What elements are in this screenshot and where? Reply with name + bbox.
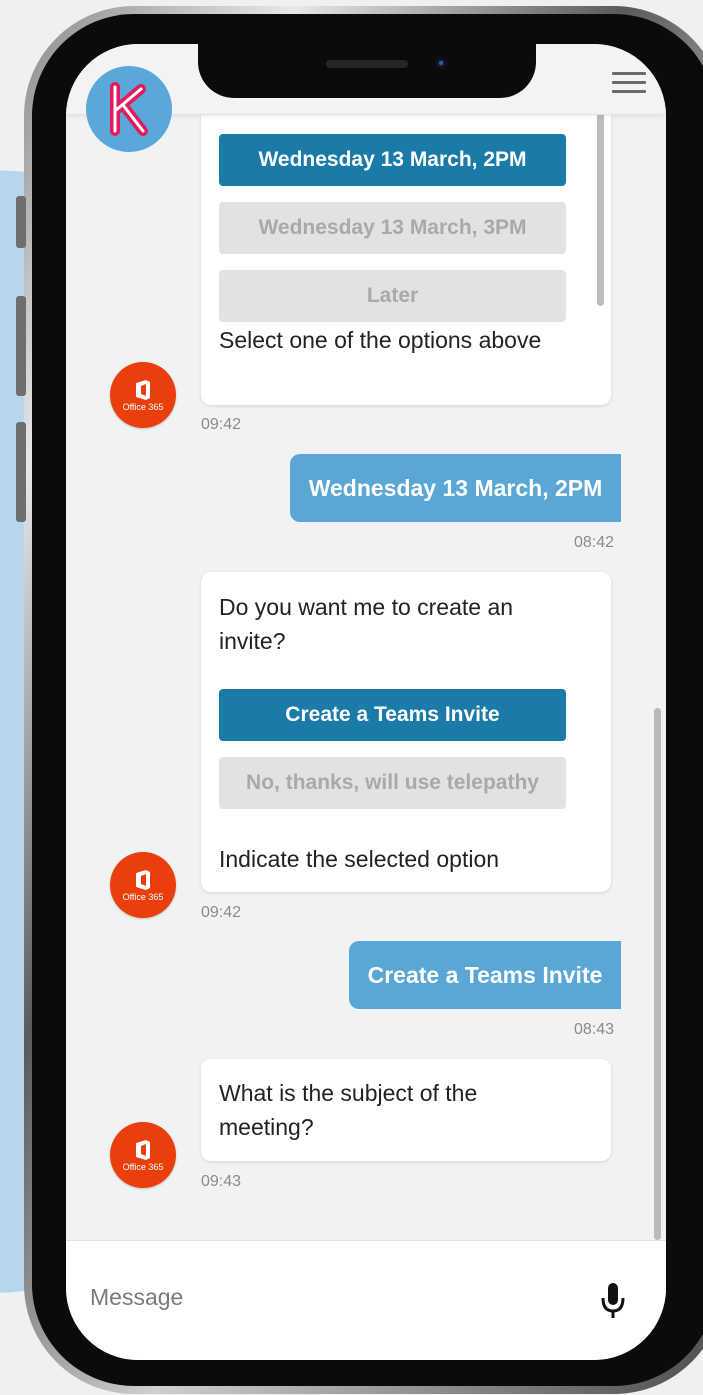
user-message-bubble: Create a Teams Invite — [349, 941, 621, 1009]
hamburger-menu-icon[interactable] — [612, 72, 646, 94]
bot-message-card: What is the subject of the meeting? — [201, 1059, 611, 1161]
message-timestamp: 09:42 — [201, 416, 242, 433]
message-timestamp: 09:43 — [201, 1173, 242, 1190]
k-logo-glyph — [110, 82, 148, 136]
office-glyph — [136, 1139, 150, 1160]
message-composer — [66, 1240, 666, 1360]
microphone-icon[interactable] — [598, 1281, 628, 1321]
chat-thread: Wednesday 13 March, 2PM Wednesday 13 Mar… — [66, 84, 666, 1240]
message-timestamp: 08:43 — [574, 1021, 615, 1038]
user-message-bubble: Wednesday 13 March, 2PM — [290, 454, 621, 522]
mic-glyph — [601, 1283, 625, 1318]
office-glyph — [136, 869, 150, 890]
option-button[interactable]: Create a Teams Invite — [219, 689, 566, 741]
option-button[interactable]: No, thanks, will use telepathy — [219, 757, 566, 809]
avatar-label: Office 365 — [122, 891, 164, 902]
office-365-icon: Office 365 — [110, 852, 176, 918]
bot-instruction-text: Select one of the options above — [219, 327, 542, 353]
office-365-icon: Office 365 — [110, 362, 176, 428]
message-input[interactable] — [88, 1271, 572, 1323]
speaker-grille — [326, 60, 408, 68]
bot-message-card: Do you want me to create an invite? Crea… — [201, 572, 611, 892]
bot-question-text: Do you want me to create an invite? — [219, 594, 514, 654]
k-logo-icon[interactable] — [86, 66, 172, 152]
mute-switch — [16, 196, 26, 248]
volume-up-button — [16, 296, 26, 396]
option-button[interactable]: Wednesday 13 March, 3PM — [219, 202, 566, 254]
volume-down-button — [16, 422, 26, 522]
message-timestamp: 08:42 — [574, 534, 615, 551]
front-camera — [434, 56, 448, 70]
bot-question-text: What is the subject of the meeting? — [219, 1080, 478, 1140]
option-button[interactable]: Wednesday 13 March, 2PM — [219, 134, 566, 186]
card-scrollbar[interactable] — [597, 84, 604, 306]
message-timestamp: 09:42 — [201, 904, 242, 921]
option-button[interactable]: Later — [219, 270, 566, 322]
avatar-label: Office 365 — [122, 1161, 164, 1172]
bot-message-card: Wednesday 13 March, 2PM Wednesday 13 Mar… — [201, 84, 611, 405]
notch — [198, 44, 536, 98]
chat-scrollbar[interactable] — [654, 708, 661, 1240]
avatar-label: Office 365 — [122, 401, 164, 412]
bot-instruction-text: Indicate the selected option — [219, 846, 500, 872]
office-365-icon: Office 365 — [110, 1122, 176, 1188]
phone-screen: Wednesday 13 March, 2PM Wednesday 13 Mar… — [66, 44, 666, 1360]
office-glyph — [136, 379, 150, 400]
